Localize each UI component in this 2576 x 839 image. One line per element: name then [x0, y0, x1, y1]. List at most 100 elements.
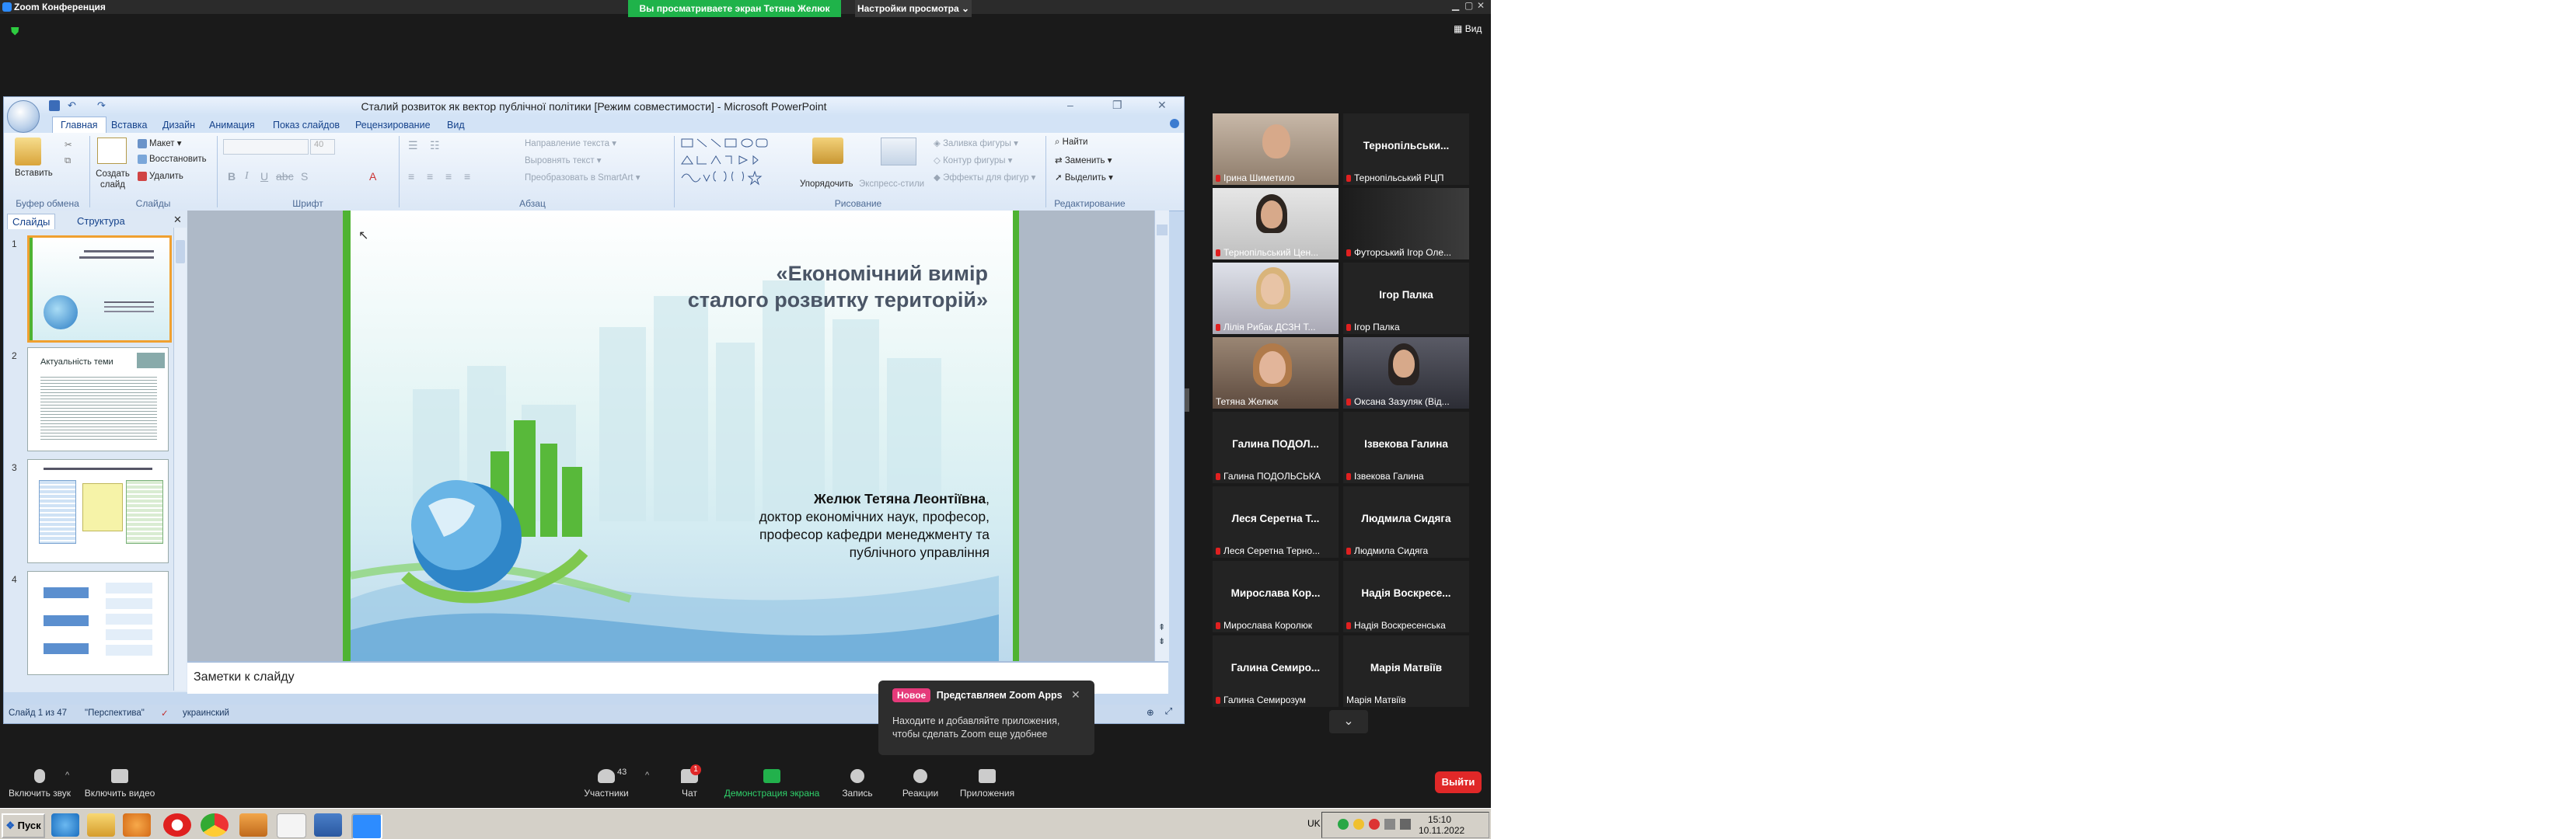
- select-button[interactable]: ➚ Выделить ▾: [1055, 172, 1113, 183]
- participant-tile[interactable]: Галина Семиро... Галина Семирозум: [1213, 635, 1339, 707]
- participant-tile[interactable]: Оксана Зазуляк (Від...: [1343, 337, 1469, 409]
- participant-tile[interactable]: Мирослава Кор... Мирослава Королюк: [1213, 561, 1339, 632]
- participant-tile[interactable]: Марія Матвіїв Марія Матвіїв: [1343, 635, 1469, 707]
- align-right-button[interactable]: ≡: [445, 170, 452, 183]
- user-app-icon[interactable]: [239, 813, 267, 837]
- replace-button[interactable]: ⇄ Заменить ▾: [1055, 155, 1112, 165]
- tab-animation[interactable]: Анимация: [203, 118, 261, 132]
- explorer-icon[interactable]: [87, 813, 115, 837]
- chrome-icon[interactable]: [201, 813, 229, 837]
- text-direction-button[interactable]: Направление текста ▾: [525, 138, 616, 148]
- layout-button[interactable]: Макет ▾: [138, 138, 182, 148]
- media-player-icon[interactable]: [123, 813, 151, 837]
- participants-chevron-icon[interactable]: ^: [645, 771, 649, 780]
- participant-tile[interactable]: Тернопільський Цен...: [1213, 188, 1339, 259]
- shape-fill-button[interactable]: ◈ Заливка фигуры ▾: [934, 138, 1018, 148]
- language-status[interactable]: украинский: [183, 708, 229, 718]
- arrange-icon[interactable]: [812, 138, 843, 164]
- quick-styles-icon[interactable]: [881, 138, 916, 165]
- participant-tile[interactable]: Футорський Ігор Оле...: [1343, 188, 1469, 259]
- tab-insert[interactable]: Вставка: [105, 118, 153, 132]
- participant-tile[interactable]: Леся Серетна Т... Леся Серетна Терно...: [1213, 486, 1339, 558]
- bullets-button[interactable]: ☰: [408, 139, 418, 152]
- shape-outline-button[interactable]: ◇ Контур фигуры ▾: [934, 155, 1012, 165]
- font-name-field[interactable]: [223, 139, 309, 155]
- unmute-button[interactable]: Включить звук: [5, 769, 75, 799]
- spellcheck-icon[interactable]: ✓: [161, 708, 169, 719]
- office-button[interactable]: [7, 100, 40, 133]
- slides-pane-scrollbar[interactable]: [173, 228, 187, 691]
- zoom-taskbar-icon[interactable]: [351, 813, 382, 839]
- fit-window-icon[interactable]: ⤢: [1165, 707, 1172, 717]
- tab-view[interactable]: Вид: [441, 118, 471, 132]
- strikethrough-button[interactable]: abc: [276, 170, 294, 183]
- cut-icon[interactable]: ✂: [65, 139, 72, 150]
- new-slide-icon[interactable]: [97, 138, 127, 164]
- participant-tile[interactable]: Ігор Палка Ігор Палка: [1343, 263, 1469, 334]
- restore-button[interactable]: Восстановить: [138, 155, 207, 164]
- align-text-button[interactable]: Выровнять текст ▾: [525, 155, 602, 165]
- tab-slides[interactable]: Слайды: [7, 214, 56, 229]
- current-slide[interactable]: «Економічний вимір сталого розвитку тери…: [343, 211, 1019, 661]
- next-slide-icon[interactable]: ⇟: [1158, 636, 1165, 646]
- audio-options-chevron-icon[interactable]: ^: [65, 771, 69, 780]
- leave-button[interactable]: Выйти: [1435, 771, 1482, 793]
- participant-tile[interactable]: Надія Воскресе... Надія Воскресенська: [1343, 561, 1469, 632]
- ppt-close-icon[interactable]: ✕: [1157, 99, 1167, 112]
- slide-thumbnail-4[interactable]: [27, 571, 169, 675]
- slide-thumbnail-3[interactable]: [27, 459, 169, 563]
- view-options-button[interactable]: Настройки просмотра ⌄: [855, 0, 972, 17]
- numbering-button[interactable]: ☷: [430, 139, 440, 152]
- bold-button[interactable]: B: [228, 170, 236, 183]
- ppt-restore-icon[interactable]: ❐: [1112, 99, 1122, 112]
- tab-outline[interactable]: Структура: [72, 214, 130, 228]
- network-icon[interactable]: [1384, 819, 1395, 830]
- share-screen-button[interactable]: Демонстрация экрана: [721, 769, 822, 799]
- keyboard-language[interactable]: UK: [1307, 818, 1321, 829]
- slide-scrollbar[interactable]: ⇞ ⇟: [1154, 211, 1169, 661]
- shape-effects-button[interactable]: ◆ Эффекты для фигур ▾: [934, 172, 1035, 183]
- volume-icon[interactable]: [1400, 819, 1411, 830]
- apps-button[interactable]: Приложения: [956, 769, 1018, 799]
- create-slide-button[interactable]: Создать слайд: [96, 169, 130, 190]
- font-color-button[interactable]: A: [369, 170, 376, 183]
- delete-button[interactable]: Удалить: [138, 172, 183, 181]
- smartart-button[interactable]: Преобразовать в SmartArt ▾: [525, 172, 640, 183]
- quick-styles-button[interactable]: Экспресс-стили: [859, 179, 924, 189]
- tab-review[interactable]: Рецензирование: [349, 118, 437, 132]
- start-video-button[interactable]: Включить видео: [82, 769, 157, 799]
- align-center-button[interactable]: ≡: [427, 170, 433, 183]
- reactions-button[interactable]: Реакции: [899, 769, 942, 799]
- paste-button[interactable]: Вставить: [15, 169, 53, 178]
- document-icon[interactable]: [277, 813, 306, 838]
- prev-slide-icon[interactable]: ⇞: [1158, 622, 1165, 632]
- ie-icon[interactable]: [51, 813, 79, 837]
- underline-button[interactable]: U: [260, 170, 268, 183]
- tray-icon[interactable]: [1338, 819, 1349, 830]
- slide-thumbnail-2[interactable]: Актуальність теми: [27, 347, 169, 451]
- participant-tile[interactable]: Галина ПОДОЛ... Галина ПОДОЛЬСЬКА: [1213, 412, 1339, 483]
- participant-tile[interactable]: Ізвекова Галина Ізвекова Галина: [1343, 412, 1469, 483]
- chat-button[interactable]: Чат: [670, 769, 709, 799]
- zoom-fit-icon[interactable]: ⊕: [1147, 707, 1154, 718]
- slide-thumbnail-1[interactable]: [27, 235, 172, 343]
- italic-button[interactable]: I: [245, 170, 249, 183]
- tab-slideshow[interactable]: Показ слайдов: [267, 118, 346, 132]
- tray-icon[interactable]: [1369, 819, 1380, 830]
- participant-tile[interactable]: Ірина Шиметило: [1213, 113, 1339, 185]
- opera-icon[interactable]: [163, 813, 191, 837]
- minimize-icon[interactable]: ▁: [1452, 0, 1459, 14]
- gallery-next-page-button[interactable]: ⌄: [1329, 710, 1368, 733]
- scrollbar-thumb[interactable]: [176, 240, 185, 263]
- start-button[interactable]: ❖ Пуск: [2, 813, 45, 838]
- split-handle[interactable]: [1185, 388, 1189, 412]
- ppt-minimize-icon[interactable]: –: [1067, 99, 1073, 111]
- clock-date[interactable]: 10.11.2022: [1419, 825, 1464, 836]
- tab-design[interactable]: Дизайн: [156, 118, 201, 132]
- font-size-field[interactable]: 40: [310, 139, 335, 155]
- find-button[interactable]: ⌕ Найти: [1055, 138, 1087, 148]
- tray-icon[interactable]: [1353, 819, 1364, 830]
- tab-home[interactable]: Главная: [52, 117, 106, 133]
- align-left-button[interactable]: ≡: [408, 170, 414, 183]
- participant-tile[interactable]: Тернопільськи... Тернопільський РЦП: [1343, 113, 1469, 185]
